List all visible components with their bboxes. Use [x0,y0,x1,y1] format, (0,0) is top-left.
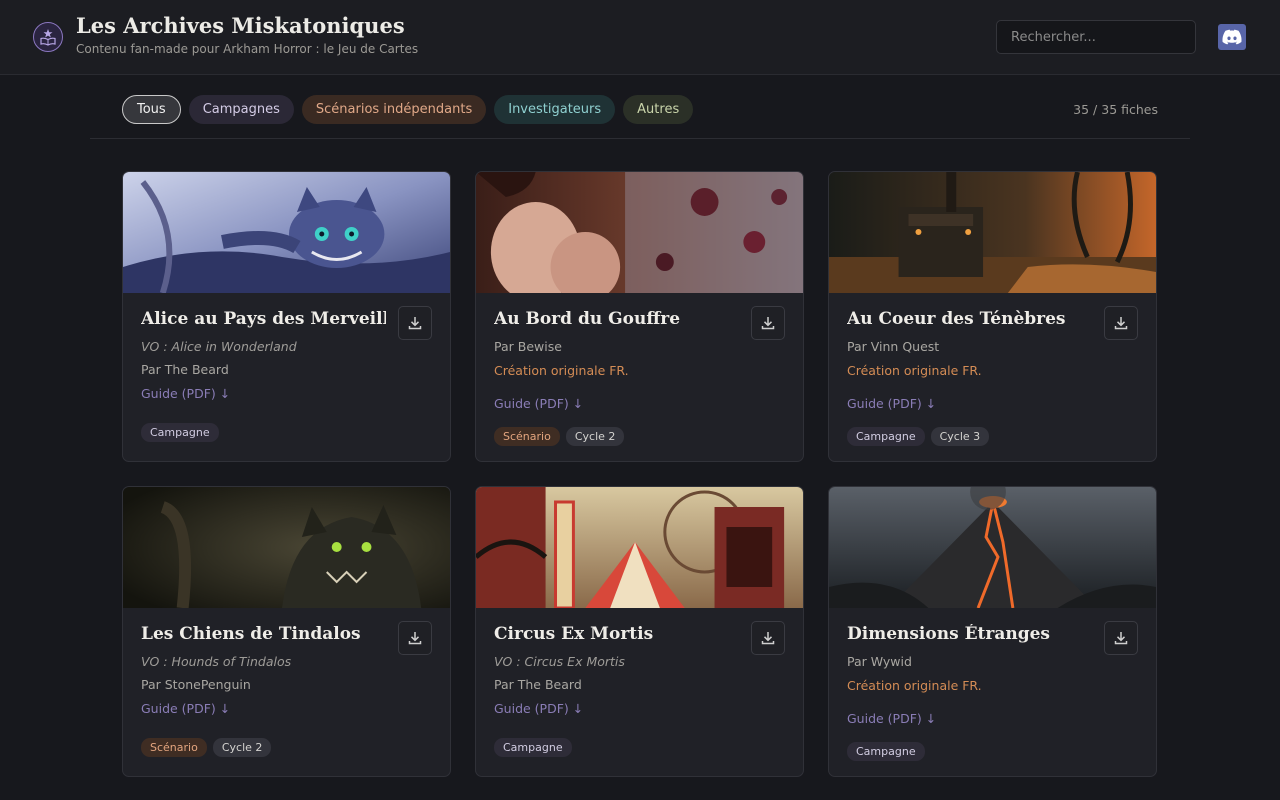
tag: Campagne [847,742,925,761]
book-star-icon[interactable] [33,22,63,52]
card-author: Par The Beard [141,362,229,377]
filter-scenarios[interactable]: Scénarios indépendants [301,95,487,124]
card-vo: VO : Alice in Wonderland [141,339,297,354]
tag: Cycle 2 [212,738,272,757]
card-grid: Alice au Pays des Merveilles VO : Alice … [122,171,1158,777]
filter-campagnes[interactable]: Campagnes [188,95,294,124]
card[interactable]: Alice au Pays des Merveilles VO : Alice … [122,171,451,462]
tag: Campagne [141,423,219,442]
site-subtitle: Contenu fan-made pour Arkham Horror : le… [76,42,419,56]
card-author: Par StonePenguin [141,677,251,692]
guide-link[interactable]: Guide (PDF) ↓ [141,701,432,738]
download-button[interactable] [1104,621,1138,655]
card-image [123,172,450,293]
card-author: Par Wywid [847,654,912,669]
download-button[interactable] [751,306,785,340]
download-icon [1114,632,1128,645]
card-image [829,487,1156,608]
card-author: Par Vinn Quest [847,339,940,354]
discord-icon[interactable] [1218,24,1246,50]
guide-link[interactable]: Guide (PDF) ↓ [141,386,432,423]
download-icon [408,632,422,645]
download-icon [1114,317,1128,330]
tag: Cycle 3 [930,427,990,446]
guide-link[interactable]: Guide (PDF) ↓ [494,396,785,420]
card[interactable]: Les Chiens de Tindalos VO : Hounds of Ti… [122,486,451,777]
card-body: VO : Alice in Wonderland Par The Beard G… [141,339,432,442]
card-image [476,172,803,293]
card-title[interactable]: Au Bord du Gouffre [494,309,739,329]
card-body: VO : Hounds of Tindalos Par StonePenguin… [141,654,432,757]
card-title[interactable]: Les Chiens de Tindalos [141,624,386,644]
filter-bar: Tous Campagnes Scénarios indépendants In… [122,95,694,125]
card-vo: VO : Circus Ex Mortis [494,654,625,669]
site-title[interactable]: Les Archives Miskatoniques [76,13,405,38]
card-author: Par Bewise [494,339,562,354]
filter-autres[interactable]: Autres [623,95,694,124]
card-title[interactable]: Circus Ex Mortis [494,624,739,644]
tag: Campagne [494,738,572,757]
tag-list: Campagne [847,742,1138,761]
download-icon [761,317,775,330]
tag-list: Campagne [141,423,432,442]
card-original: Création originale FR. [847,678,982,693]
download-button[interactable] [751,621,785,655]
card-image [829,172,1156,293]
card-body: VO : Circus Ex Mortis Par The Beard Guid… [494,654,785,757]
result-count: 35 / 35 fiches [1073,102,1158,117]
download-button[interactable] [1104,306,1138,340]
search-input[interactable] [996,20,1196,54]
card[interactable]: Au Coeur des Ténèbres Par Vinn Quest Cré… [828,171,1157,462]
card[interactable]: Au Bord du Gouffre Par Bewise Création o… [475,171,804,462]
download-button[interactable] [398,306,432,340]
divider [90,138,1190,139]
filter-tous[interactable]: Tous [122,95,181,124]
tag-list: Scénario Cycle 2 [141,738,432,757]
card-original: Création originale FR. [494,363,629,378]
card-title[interactable]: Dimensions Étranges [847,624,1092,644]
guide-link[interactable]: Guide (PDF) ↓ [847,396,1138,420]
tag-list: Campagne [494,738,785,757]
card-title[interactable]: Au Coeur des Ténèbres [847,309,1092,329]
card-author: Par The Beard [494,677,582,692]
card[interactable]: Dimensions Étranges Par Wywid Création o… [828,486,1157,777]
card-image [123,487,450,608]
guide-link[interactable]: Guide (PDF) ↓ [494,701,785,738]
download-icon [761,632,775,645]
card-body: Par Vinn Quest Création originale FR. Gu… [847,339,1138,446]
download-icon [408,317,422,330]
filter-investigateurs[interactable]: Investigateurs [494,95,616,124]
card-title[interactable]: Alice au Pays des Merveilles [141,309,386,329]
card-body: Par Wywid Création originale FR. Guide (… [847,654,1138,761]
guide-link[interactable]: Guide (PDF) ↓ [847,711,1138,735]
site-header: Les Archives Miskatoniques Contenu fan-m… [0,0,1280,75]
tag: Cycle 2 [565,427,625,446]
tag: Campagne [847,427,925,446]
card-image [476,487,803,608]
card-original: Création originale FR. [847,363,982,378]
card-body: Par Bewise Création originale FR. Guide … [494,339,785,446]
card-vo: VO : Hounds of Tindalos [141,654,292,669]
download-button[interactable] [398,621,432,655]
tag: Scénario [141,738,207,757]
tag: Scénario [494,427,560,446]
tag-list: Campagne Cycle 3 [847,427,1138,446]
card[interactable]: Circus Ex Mortis VO : Circus Ex Mortis P… [475,486,804,777]
tag-list: Scénario Cycle 2 [494,427,785,446]
